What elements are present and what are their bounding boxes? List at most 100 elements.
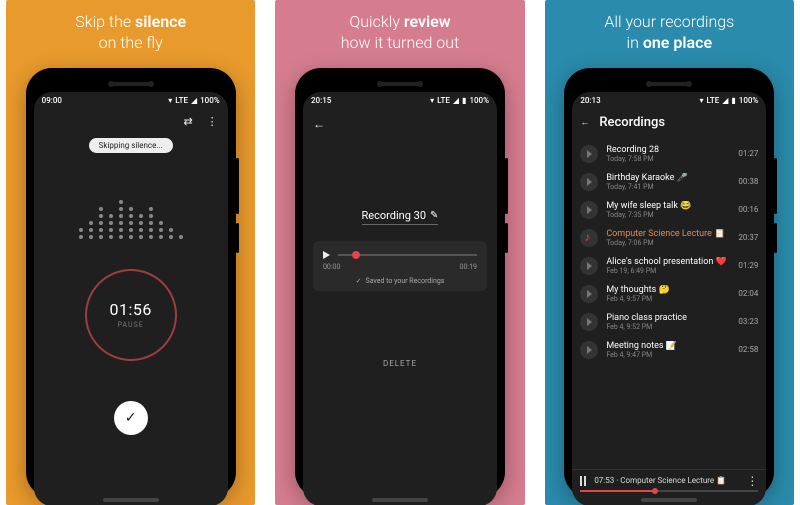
recording-row[interactable]: Alice's school presentation ❤️ Feb 19, 6… — [572, 252, 766, 280]
recording-duration: 02:58 — [738, 345, 758, 354]
recording-sub: Feb 4, 9:52 PM — [606, 323, 730, 331]
record-timer-button[interactable]: 01:56 PAUSE — [85, 269, 177, 361]
recording-name: Birthday Karaoke 🎤 — [606, 173, 730, 183]
status-network: LTE — [706, 96, 719, 105]
silence-chip: Skipping silence... — [89, 138, 173, 153]
recording-duration: 01:27 — [738, 149, 758, 158]
back-icon[interactable]: ← — [313, 117, 325, 131]
screen-review: 20:15 ▾ LTE ◢ ▮ 100% ← Recording 30 ✎ — [303, 92, 497, 505]
status-battery: 100% — [739, 96, 759, 105]
play-icon[interactable] — [580, 145, 598, 163]
done-button[interactable]: ✓ — [114, 401, 148, 435]
recording-row[interactable]: My thoughts 🤔 Feb 4, 9:57 PM 02:04 — [572, 280, 766, 308]
more-icon[interactable]: ⋮ — [207, 115, 218, 128]
screen-recorder: 09:00 ▾ LTE ◢ 100% ⇄ ⋮ Skipping silence.… — [34, 92, 228, 505]
status-network: LTE — [437, 96, 450, 105]
promo-panel-3: All your recordings in one place 20:13 ▾… — [545, 0, 794, 505]
home-indicator — [372, 498, 428, 502]
status-signal-icon: ◢ — [453, 96, 459, 105]
recording-sub: Today, 7:35 PM — [606, 211, 730, 219]
phone-frame: 09:00 ▾ LTE ◢ 100% ⇄ ⋮ Skipping silence.… — [26, 68, 236, 498]
status-time: 20:13 — [580, 96, 600, 105]
seek-thumb[interactable] — [352, 251, 360, 259]
phone-frame: 20:13 ▾ LTE ◢ ▮ 100% ← Recordings Record… — [564, 68, 774, 498]
status-battery: 100% — [200, 96, 220, 105]
promo-panel-2: Quickly review how it turned out 20:15 ▾… — [275, 0, 524, 505]
recording-row[interactable]: Birthday Karaoke 🎤 Today, 7:41 PM 00:38 — [572, 168, 766, 196]
recording-sub: Today, 7:58 PM — [606, 155, 730, 163]
play-icon[interactable] — [580, 313, 598, 331]
back-icon[interactable]: ← — [580, 117, 589, 128]
status-network-icon: ▾ — [430, 96, 434, 105]
recording-title[interactable]: Recording 30 ✎ — [362, 209, 439, 225]
phone-frame: 20:15 ▾ LTE ◢ ▮ 100% ← Recording 30 ✎ — [295, 68, 505, 498]
status-battery-icon: ▮ — [462, 96, 466, 105]
status-network-icon: ▾ — [168, 96, 172, 105]
recording-name: Recording 28 — [606, 145, 730, 155]
playback-card: 00:00 00:19 ✓ Saved to your Recordings — [313, 241, 487, 291]
check-icon: ✓ — [356, 277, 362, 285]
recording-row[interactable]: Recording 28 Today, 7:58 PM 01:27 — [572, 140, 766, 168]
recording-sub: Feb 4, 9:47 PM — [606, 351, 730, 359]
status-battery-icon: ▮ — [731, 96, 735, 105]
play-icon[interactable] — [580, 341, 598, 359]
play-icon[interactable] — [580, 285, 598, 303]
page-title: Recordings — [599, 115, 665, 130]
promo-panel-1: Skip the silence on the fly 09:00 ▾ LTE … — [6, 0, 255, 505]
status-signal-icon: ◢ — [191, 96, 197, 105]
more-icon[interactable]: ⋮ — [746, 474, 758, 488]
saved-confirmation: ✓ Saved to your Recordings — [323, 277, 477, 285]
timer-sublabel: PAUSE — [118, 321, 144, 329]
home-indicator — [103, 498, 159, 502]
edit-icon: ✎ — [430, 210, 438, 221]
status-time: 20:15 — [311, 96, 331, 105]
recordings-list[interactable]: Recording 28 Today, 7:58 PM 01:27 Birthd… — [572, 140, 766, 469]
recording-duration: 01:29 — [738, 261, 758, 270]
status-bar: 20:13 ▾ LTE ◢ ▮ 100% — [572, 92, 766, 109]
screen-recordings-list: 20:13 ▾ LTE ◢ ▮ 100% ← Recordings Record… — [572, 92, 766, 505]
shuffle-icon[interactable]: ⇄ — [183, 115, 192, 128]
status-network: LTE — [175, 96, 188, 105]
recording-duration: 20:37 — [738, 233, 758, 242]
time-elapsed: 00:00 — [323, 263, 340, 271]
recording-sub: Today, 7:41 PM — [606, 183, 730, 191]
time-total: 00:19 — [460, 263, 477, 271]
status-bar: 20:15 ▾ LTE ◢ ▮ 100% — [303, 92, 497, 109]
recording-name: My thoughts 🤔 — [606, 285, 730, 295]
status-battery: 100% — [469, 96, 489, 105]
now-playing-bar[interactable]: 07:53 · Computer Science Lecture 📋 ⋮ — [572, 469, 766, 490]
play-icon[interactable] — [580, 201, 598, 219]
status-signal-icon: ◢ — [722, 96, 728, 105]
recording-duration: 02:04 — [738, 289, 758, 298]
recording-name: Alice's school presentation ❤️ — [606, 257, 730, 267]
recording-duration: 03:23 — [738, 317, 758, 326]
promo-caption-3: All your recordings in one place — [604, 12, 734, 54]
status-time: 09:00 — [42, 96, 62, 105]
recording-name: Computer Science Lecture 📋 — [606, 229, 730, 239]
recording-row[interactable]: My wife sleep talk 😂 Today, 7:35 PM 00:1… — [572, 196, 766, 224]
play-button[interactable] — [323, 251, 330, 259]
recording-duration: 00:38 — [738, 177, 758, 186]
recording-sub: Feb 19, 6:49 PM — [606, 267, 730, 275]
now-playing-track[interactable] — [580, 490, 758, 492]
recording-row[interactable]: Meeting notes 📝 Feb 4, 9:47 PM 02:58 — [572, 336, 766, 364]
recording-name: Piano class practice — [606, 313, 730, 323]
recording-row[interactable]: Computer Science Lecture 📋 Today, 7:06 P… — [572, 224, 766, 252]
pause-icon[interactable] — [580, 476, 586, 486]
seek-track[interactable] — [338, 254, 477, 256]
status-bar: 09:00 ▾ LTE ◢ 100% — [34, 92, 228, 109]
recording-duration: 00:16 — [738, 205, 758, 214]
timer-value: 01:56 — [109, 300, 151, 319]
recording-row[interactable]: Piano class practice Feb 4, 9:52 PM 03:2… — [572, 308, 766, 336]
status-network-icon: ▾ — [699, 96, 703, 105]
home-indicator — [641, 498, 697, 502]
delete-button[interactable]: DELETE — [383, 359, 417, 368]
check-icon: ✓ — [125, 410, 137, 426]
recording-name: Meeting notes 📝 — [606, 341, 730, 351]
recording-sub: Feb 4, 9:57 PM — [606, 295, 730, 303]
play-icon[interactable] — [580, 257, 598, 275]
recording-sub: Today, 7:06 PM — [606, 239, 730, 247]
promo-caption-1: Skip the silence on the fly — [75, 12, 186, 54]
play-icon[interactable] — [580, 173, 598, 191]
play-icon[interactable] — [580, 229, 598, 247]
